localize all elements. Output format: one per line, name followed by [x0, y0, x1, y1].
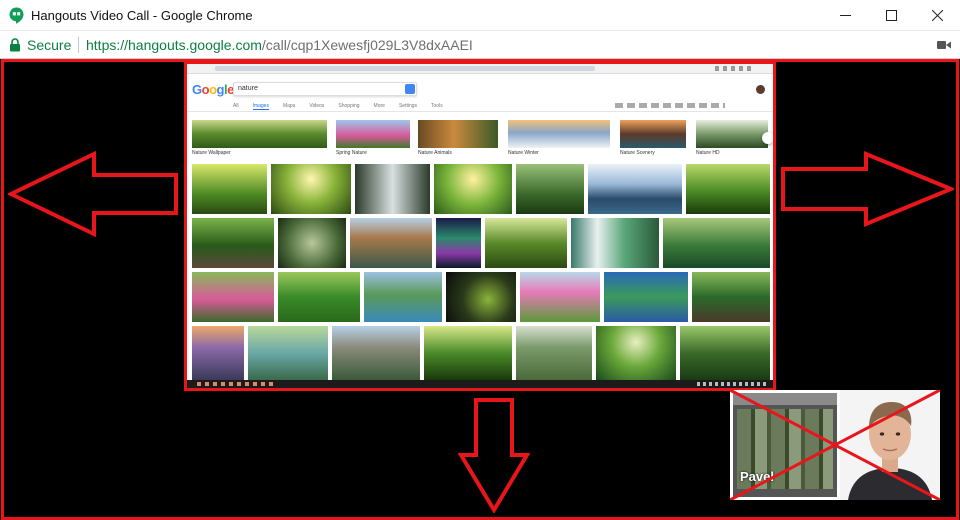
address-divider [78, 37, 79, 53]
shared-url-bar [215, 66, 595, 71]
image-result [520, 272, 600, 322]
image-result [350, 218, 432, 268]
shared-screen[interactable]: Google nature All Images Maps Videos Sho… [184, 61, 776, 391]
image-result [485, 218, 567, 268]
lock-icon [10, 38, 20, 52]
image-result [446, 272, 516, 322]
shared-taskbar [187, 380, 773, 388]
image-result [692, 272, 770, 322]
shared-tab: All [233, 103, 239, 109]
maximize-button[interactable] [868, 0, 914, 31]
maximize-icon [885, 10, 897, 21]
chip-label: Nature Animals [418, 150, 452, 156]
video-camera-icon[interactable] [937, 40, 951, 50]
shared-tab: Shopping [338, 103, 360, 109]
close-icon [931, 10, 943, 21]
image-result [248, 326, 328, 380]
shared-tab: Tools [431, 103, 443, 109]
arrow-right-icon [781, 151, 954, 227]
shared-system-tray [697, 382, 767, 386]
window-title: Hangouts Video Call - Google Chrome [31, 8, 253, 23]
image-result [516, 326, 592, 380]
shared-browser-toolbar [187, 64, 773, 74]
arrow-left-icon [8, 151, 178, 237]
security-label[interactable]: Secure [27, 37, 71, 53]
chip-thumbnail [620, 120, 686, 148]
chip-label: Nature Winter [508, 150, 539, 156]
related-chip: Nature Wallpaper [192, 120, 327, 158]
shared-taskbar-apps [197, 382, 277, 386]
chip-thumbnail [336, 120, 410, 148]
image-result [686, 164, 770, 214]
close-button[interactable] [914, 0, 960, 31]
shared-search-button [405, 84, 415, 94]
image-result [571, 218, 659, 268]
shared-filter-links [615, 103, 725, 108]
image-result [604, 272, 688, 322]
image-result [192, 326, 244, 380]
image-result [192, 272, 274, 322]
image-result [434, 164, 512, 214]
hangouts-icon [9, 7, 24, 24]
chip-thumbnail [418, 120, 498, 148]
related-searches-row: Nature Wallpaper Spring Nature Nature An… [192, 120, 768, 158]
image-result [596, 326, 676, 380]
arrow-down-icon [458, 398, 530, 513]
address-bar[interactable]: Secure https://hangouts.google.com/call/… [0, 31, 960, 59]
url-path: /call/cqp1Xewesfj029L3V8dxAAEI [261, 37, 473, 53]
chip-label: Nature Scenery [620, 150, 655, 156]
image-result [355, 164, 430, 214]
url-host: https://hangouts.google.com [86, 37, 262, 53]
shared-tab-active: Images [252, 103, 269, 110]
chip-label: Nature Wallpaper [192, 150, 231, 156]
image-result [332, 326, 420, 380]
chip-thumbnail [508, 120, 610, 148]
image-result [588, 164, 682, 214]
related-chip: Nature HD [696, 120, 768, 158]
chip-label: Spring Nature [336, 150, 367, 156]
image-result [364, 272, 442, 322]
title-bar[interactable]: Hangouts Video Call - Google Chrome [0, 0, 960, 31]
shared-tab: Settings [398, 103, 418, 109]
image-result [278, 272, 360, 322]
chip-next-button [762, 132, 773, 144]
shared-tab: Maps [282, 103, 296, 109]
related-chip: Nature Winter [508, 120, 610, 158]
related-chip: Nature Animals [418, 120, 498, 158]
minimize-button[interactable] [822, 0, 868, 31]
related-chip: Nature Scenery [620, 120, 686, 158]
chip-label: Nature HD [696, 150, 720, 156]
shared-search-box: nature [233, 82, 417, 96]
related-chip: Spring Nature [336, 120, 410, 158]
shared-tab: More [373, 103, 385, 109]
image-result [278, 218, 346, 268]
shared-tab: Videos [309, 103, 325, 109]
shared-divider [187, 111, 773, 112]
image-result [192, 218, 274, 268]
shared-account-avatar [756, 85, 765, 94]
chip-thumbnail [192, 120, 327, 148]
browser-window: Hangouts Video Call - Google Chrome Secu… [0, 0, 960, 520]
image-result [192, 164, 267, 214]
url-field[interactable]: https://hangouts.google.com/call/cqp1Xew… [86, 37, 473, 53]
image-result [663, 218, 770, 268]
video-call-stage: Google nature All Images Maps Videos Sho… [0, 59, 960, 520]
image-result [516, 164, 584, 214]
chip-thumbnail [696, 120, 768, 148]
minimize-icon [839, 15, 851, 16]
shared-search-tabs: All Images Maps Videos Shopping More Set… [233, 103, 443, 110]
image-result [271, 164, 351, 214]
image-result [680, 326, 770, 380]
image-result [424, 326, 512, 380]
google-logo: Google [192, 82, 234, 97]
shared-extension-icons [715, 66, 755, 71]
image-result [436, 218, 481, 268]
cross-out-mark [730, 390, 940, 500]
